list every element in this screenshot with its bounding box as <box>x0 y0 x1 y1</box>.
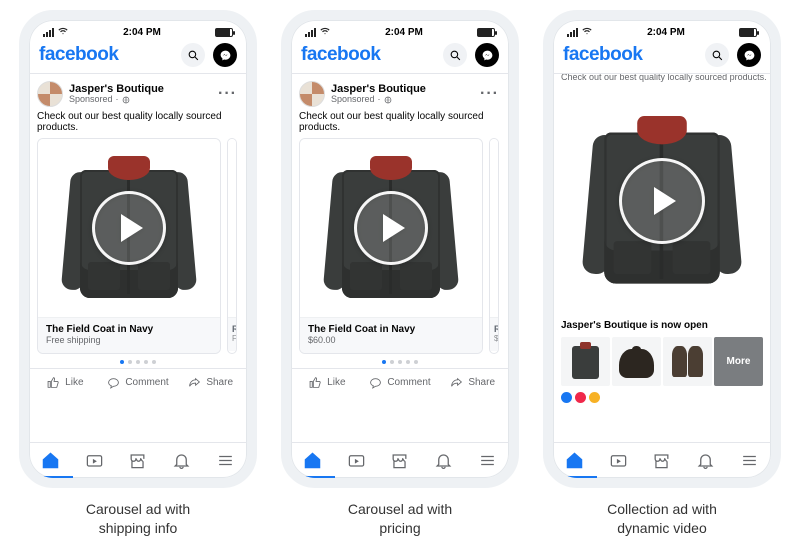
facebook-logo: facebook <box>39 44 118 66</box>
product-subtitle: Free shipping <box>46 335 212 345</box>
search-icon[interactable] <box>443 43 467 67</box>
globe-icon <box>122 96 130 104</box>
product-subtitle: $60.00 <box>308 335 474 345</box>
post-caption: Check out our best quality locally sourc… <box>29 110 247 138</box>
search-icon[interactable] <box>181 43 205 67</box>
carousel-card-1[interactable]: The Field Coat in Navy $60.00 <box>299 138 483 354</box>
thumb-more[interactable]: More <box>714 337 763 386</box>
thumb-2[interactable] <box>612 337 661 386</box>
post-header: Jasper's Boutique Sponsored · ··· <box>29 74 247 110</box>
status-time: 2:04 PM <box>385 27 423 38</box>
wifi-icon <box>57 26 69 39</box>
battery-icon <box>215 28 233 37</box>
phone-mock-1: 2:04 PM facebook Jasper's Boutique Spons… <box>19 10 257 488</box>
signal-icon <box>43 28 54 37</box>
phone-mock-3: 2:04 PM facebook Check out our best qual… <box>543 10 781 488</box>
carousel-pager <box>29 354 247 368</box>
play-icon[interactable] <box>619 158 705 244</box>
sponsored-label: Sponsored · <box>69 95 212 105</box>
carousel-pager <box>291 354 509 368</box>
tab-home[interactable] <box>291 443 335 478</box>
share-button[interactable]: Share <box>174 369 247 396</box>
status-bar: 2:04 PM <box>291 20 509 41</box>
signal-icon <box>567 28 578 37</box>
like-button[interactable]: Like <box>291 369 364 396</box>
tab-home[interactable] <box>553 443 597 478</box>
wifi-icon <box>581 26 593 39</box>
post-caption: Check out our best quality locally sourc… <box>291 110 509 138</box>
tab-marketplace[interactable] <box>116 443 160 478</box>
battery-icon <box>477 28 495 37</box>
battery-icon <box>739 28 757 37</box>
like-button[interactable]: Like <box>29 369 102 396</box>
app-bar: facebook <box>29 41 247 74</box>
thumb-3[interactable] <box>663 337 712 386</box>
tab-marketplace[interactable] <box>378 443 422 478</box>
figure-caption-1: Carousel ad with shipping info <box>86 500 190 538</box>
product-title: The Field Coat in Navy <box>308 324 474 335</box>
play-icon[interactable] <box>92 191 166 265</box>
tab-menu[interactable] <box>465 443 509 478</box>
reactions-row[interactable] <box>553 390 771 403</box>
collection-headline: Jasper's Boutique is now open <box>553 314 771 337</box>
collection-hero[interactable] <box>561 88 763 314</box>
wifi-icon <box>319 26 331 39</box>
collection-thumbnails: More <box>553 337 771 390</box>
carousel-card-2-peek[interactable]: Ribl $80 <box>489 138 499 354</box>
facebook-logo: facebook <box>301 44 380 66</box>
status-bar: 2:04 PM <box>29 20 247 41</box>
tab-menu[interactable] <box>203 443 247 478</box>
advertiser-avatar[interactable] <box>299 81 325 107</box>
facebook-logo: facebook <box>563 44 642 66</box>
tab-notifications[interactable] <box>422 443 466 478</box>
share-button[interactable]: Share <box>436 369 509 396</box>
comment-button[interactable]: Comment <box>364 369 437 396</box>
carousel[interactable]: The Field Coat in Navy Free shipping Rib… <box>29 138 247 354</box>
reaction-haha-icon <box>589 392 600 403</box>
signal-icon <box>305 28 316 37</box>
product-title: The Field Coat in Navy <box>46 324 212 335</box>
figure-caption-3: Collection ad with dynamic video <box>607 500 717 538</box>
comment-button[interactable]: Comment <box>102 369 175 396</box>
phone-mock-2: 2:04 PM facebook Jasper's Boutique Spons… <box>281 10 519 488</box>
tab-notifications[interactable] <box>684 443 728 478</box>
thumb-1[interactable] <box>561 337 610 386</box>
reaction-like-icon <box>561 392 572 403</box>
app-bar: facebook <box>553 41 771 74</box>
tab-marketplace[interactable] <box>640 443 684 478</box>
carousel-card-1[interactable]: The Field Coat in Navy Free shipping <box>37 138 221 354</box>
carousel[interactable]: The Field Coat in Navy $60.00 Ribl $80 <box>291 138 509 354</box>
messenger-icon[interactable] <box>737 43 761 67</box>
tab-watch[interactable] <box>73 443 117 478</box>
tab-watch[interactable] <box>335 443 379 478</box>
tab-bar <box>29 442 247 478</box>
reaction-love-icon <box>575 392 586 403</box>
status-time: 2:04 PM <box>123 27 161 38</box>
play-icon[interactable] <box>354 191 428 265</box>
tab-watch[interactable] <box>597 443 641 478</box>
post-header: Jasper's Boutique Sponsored · ··· <box>291 74 509 110</box>
product-video[interactable] <box>38 139 220 317</box>
messenger-icon[interactable] <box>475 43 499 67</box>
tab-home[interactable] <box>29 443 73 478</box>
carousel-card-2-peek[interactable]: Ribl Free <box>227 138 237 354</box>
tab-menu[interactable] <box>727 443 771 478</box>
status-time: 2:04 PM <box>647 27 685 38</box>
search-icon[interactable] <box>705 43 729 67</box>
hero-video[interactable] <box>561 88 763 314</box>
tab-bar <box>553 442 771 478</box>
advertiser-avatar[interactable] <box>37 81 63 107</box>
product-video[interactable] <box>300 139 482 317</box>
post-caption-truncated: Check out our best quality locally sourc… <box>553 74 771 82</box>
tab-notifications[interactable] <box>160 443 204 478</box>
tab-bar <box>291 442 509 478</box>
post-actions: Like Comment Share <box>29 368 247 396</box>
status-bar: 2:04 PM <box>553 20 771 41</box>
figure-caption-2: Carousel ad with pricing <box>348 500 452 538</box>
messenger-icon[interactable] <box>213 43 237 67</box>
sponsored-label: Sponsored · <box>331 95 474 105</box>
app-bar: facebook <box>291 41 509 74</box>
post-actions: Like Comment Share <box>291 368 509 396</box>
